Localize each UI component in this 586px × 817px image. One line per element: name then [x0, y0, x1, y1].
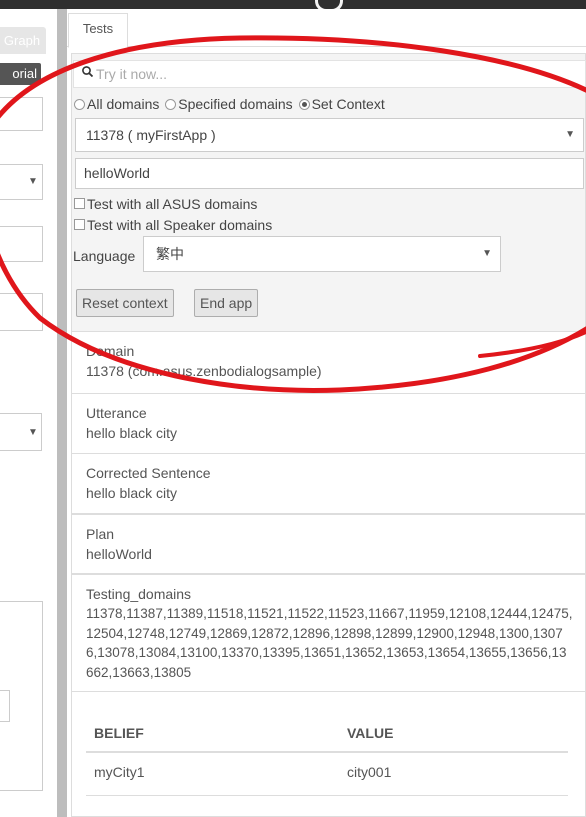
left-input-1[interactable] [0, 97, 43, 131]
result-plan: Plan helloWorld [71, 514, 586, 574]
radio-specified-domains[interactable]: Specified domains [165, 96, 293, 112]
radio-label: Set Context [311, 96, 385, 112]
result-label: Plan [86, 526, 115, 542]
domain-scope-radio-group: All domains Specified domains Set Contex… [74, 96, 387, 114]
row-divider [86, 795, 568, 796]
app-select[interactable]: 11378 ( myFirstApp ) ▼ [75, 118, 584, 152]
left-editor-pane: Graph orial ▼ ▼ [0, 9, 57, 817]
left-small-input[interactable] [0, 690, 10, 722]
chevron-down-icon: ▼ [28, 176, 38, 187]
result-domain: Domain 11378 (com.asus.zenbodialogsample… [71, 331, 586, 394]
context-input[interactable]: helloWorld [75, 158, 584, 189]
result-label: Testing_domains [86, 586, 192, 602]
left-input-3[interactable] [0, 293, 43, 331]
checkbox-speaker-domains[interactable]: Test with all Speaker domains [74, 217, 272, 233]
search-icon [82, 66, 93, 77]
checkbox[interactable] [74, 198, 85, 209]
checkbox-asus-domains[interactable]: Test with all ASUS domains [74, 196, 257, 212]
result-value: 11378,11387,11389,11518,11521,11522,1152… [86, 606, 573, 680]
radio-button[interactable] [165, 99, 177, 110]
language-select-value: 繁中 [156, 246, 184, 262]
tab-graph[interactable]: Graph [0, 27, 46, 54]
language-label: Language [73, 248, 136, 264]
tests-pane: Tests All domains Specified domains Set … [67, 9, 586, 817]
radio-button[interactable] [74, 99, 85, 110]
chevron-down-icon: ▼ [28, 427, 38, 438]
radio-label: All domains [87, 96, 160, 112]
value-cell: city001 [347, 764, 392, 780]
result-value: helloWorld [86, 546, 152, 562]
checkbox-label: Test with all ASUS domains [87, 196, 258, 212]
search-box[interactable] [73, 60, 586, 88]
result-value: hello black city [86, 425, 178, 441]
end-app-button[interactable]: End app [194, 289, 259, 317]
search-input[interactable] [96, 64, 576, 84]
value-column-header: VALUE [347, 725, 394, 741]
radio-all-domains[interactable]: All domains [74, 96, 159, 112]
tab-strip: Tests [67, 9, 586, 48]
tab-tests[interactable]: Tests [68, 13, 128, 48]
result-testing-domains: Testing_domains 11378,11387,11389,11518,… [71, 574, 586, 692]
result-label: Domain [86, 343, 135, 359]
result-value: hello black city [86, 485, 178, 501]
result-corrected-sentence: Corrected Sentence hello black city [71, 453, 586, 514]
result-label: Corrected Sentence [86, 465, 211, 481]
checkbox-label: Test with all Speaker domains [87, 217, 273, 233]
chevron-down-icon: ▼ [565, 129, 575, 140]
result-value: 11378 (com.asus.zenbodialogsample) [86, 363, 322, 379]
chevron-down-icon: ▼ [482, 248, 492, 259]
language-select[interactable]: 繁中 ▼ [143, 236, 501, 272]
radio-button-selected[interactable] [298, 99, 310, 110]
app-select-value: 11378 ( myFirstApp ) [86, 127, 216, 143]
belief-column-header: BELIEF [94, 725, 144, 741]
header-divider [86, 751, 568, 753]
belief-cell: myCity1 [94, 764, 145, 780]
reset-context-button[interactable]: Reset context [76, 289, 174, 317]
radio-set-context[interactable]: Set Context [298, 96, 385, 112]
context-input-value: helloWorld [84, 165, 150, 181]
result-utterance: Utterance hello black city [71, 393, 586, 454]
top-header-bar [0, 0, 586, 12]
result-label: Utterance [86, 405, 147, 421]
tutorial-button[interactable]: orial [0, 63, 41, 85]
test-input-panel: All domains Specified domains Set Contex… [71, 53, 586, 333]
radio-label: Specified domains [178, 96, 293, 112]
belief-table: BELIEF VALUE myCity1 city001 [71, 691, 586, 817]
checkbox[interactable] [74, 219, 85, 230]
left-input-2[interactable] [0, 226, 43, 262]
pane-divider[interactable] [57, 9, 67, 817]
